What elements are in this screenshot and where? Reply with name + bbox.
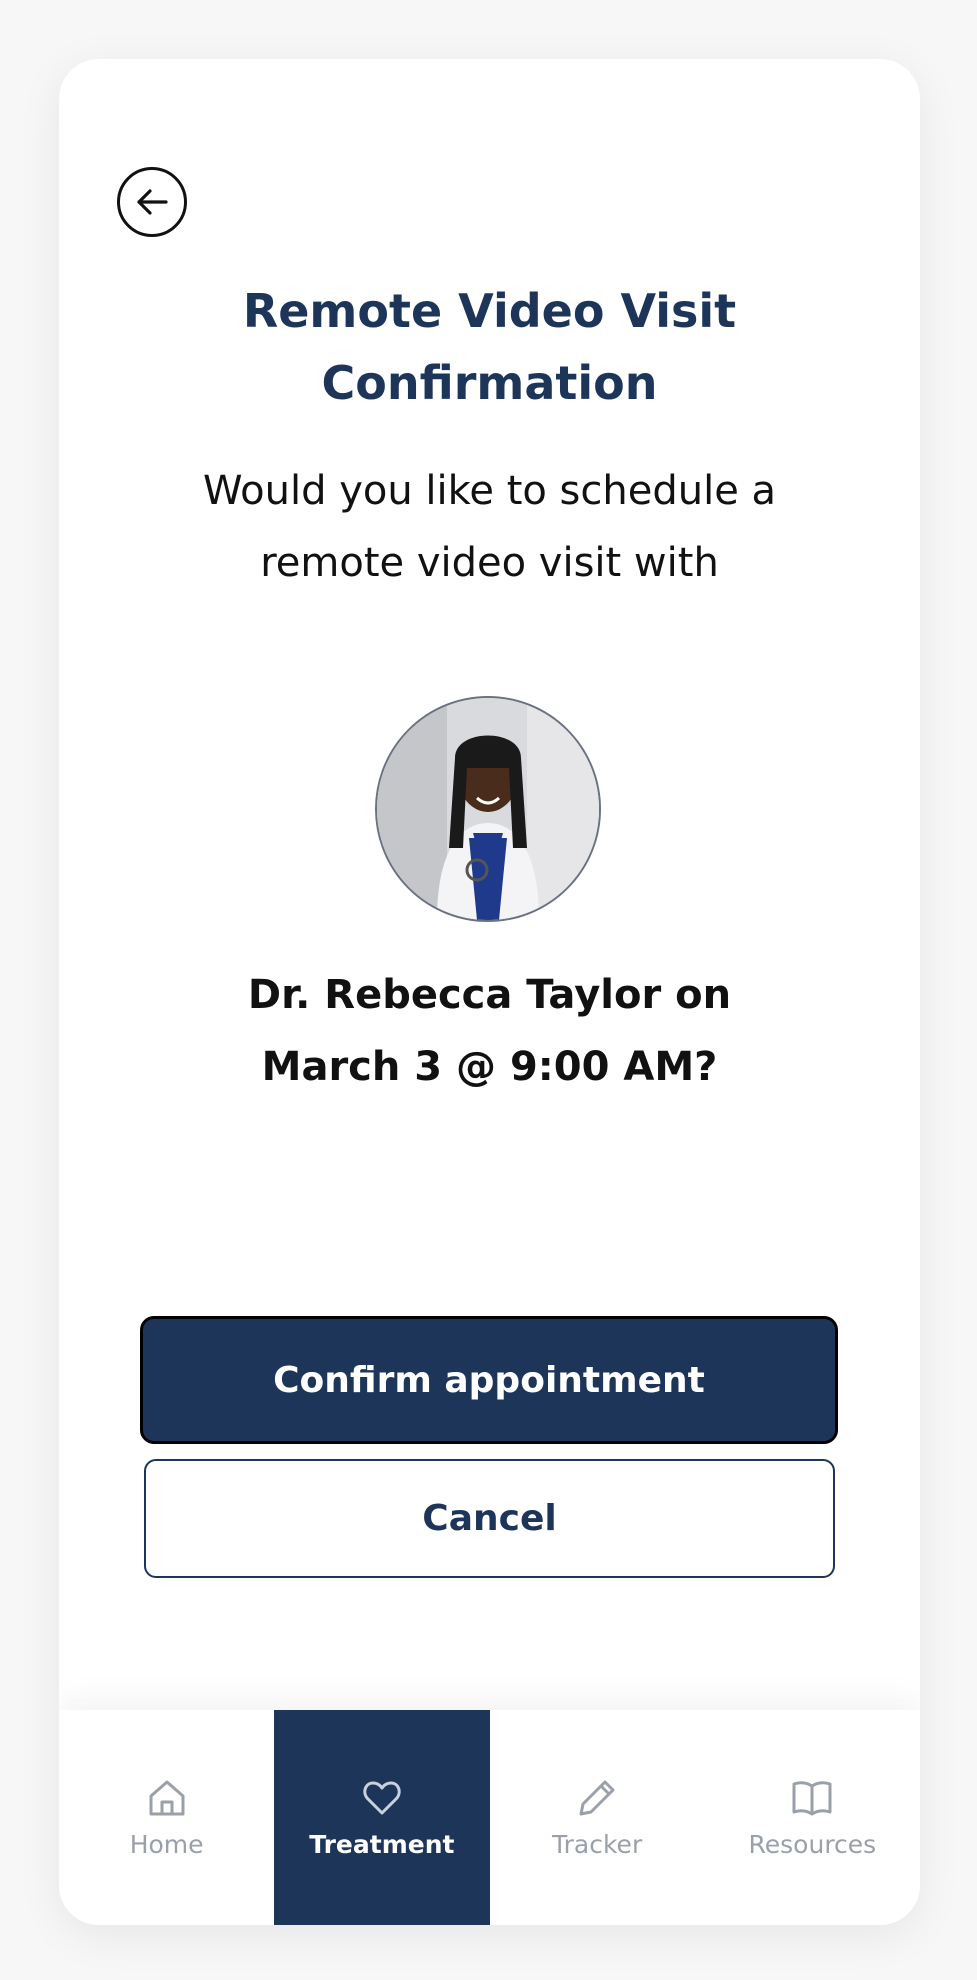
tab-treatment[interactable]: Treatment bbox=[274, 1710, 490, 1925]
doctor-name-line: Dr. Rebecca Taylor on bbox=[247, 972, 732, 1018]
page-title: Remote Video Visit Confirmation bbox=[59, 275, 920, 419]
tab-resources[interactable]: Resources bbox=[705, 1710, 920, 1925]
tab-tracker-label: Tracker bbox=[552, 1830, 643, 1859]
pencil-icon bbox=[579, 1780, 615, 1816]
arrow-left-icon bbox=[137, 189, 168, 215]
bottom-nav: Home Treatment Tracker Resources bbox=[59, 1710, 920, 1925]
home-icon bbox=[149, 1780, 185, 1816]
tab-home-label: Home bbox=[129, 1830, 204, 1859]
confirmation-question: Would you like to schedule a remote vide… bbox=[179, 455, 800, 599]
page-title-line-1: Remote Video Visit bbox=[242, 284, 737, 338]
page-title-line-2: Confirmation bbox=[321, 356, 658, 410]
tab-home[interactable]: Home bbox=[59, 1710, 274, 1925]
appointment-details: Dr. Rebecca Taylor on March 3 @ 9:00 AM? bbox=[159, 959, 820, 1103]
question-line-1: Would you like to schedule a bbox=[202, 468, 777, 514]
cancel-button[interactable]: Cancel bbox=[144, 1459, 835, 1578]
doctor-avatar bbox=[375, 696, 601, 922]
doctor-photo bbox=[377, 698, 599, 920]
tab-resources-label: Resources bbox=[748, 1830, 877, 1859]
phone-screen: Remote Video Visit Confirmation Would yo… bbox=[59, 59, 920, 1925]
appointment-time-line: March 3 @ 9:00 AM? bbox=[261, 1044, 718, 1090]
tab-treatment-label: Treatment bbox=[309, 1830, 455, 1859]
tab-tracker[interactable]: Tracker bbox=[490, 1710, 705, 1925]
question-line-2: remote video visit with bbox=[260, 540, 719, 586]
heart-icon bbox=[363, 1781, 401, 1815]
book-icon bbox=[792, 1781, 832, 1816]
back-button[interactable] bbox=[117, 167, 187, 237]
confirm-appointment-button[interactable]: Confirm appointment bbox=[140, 1316, 838, 1444]
